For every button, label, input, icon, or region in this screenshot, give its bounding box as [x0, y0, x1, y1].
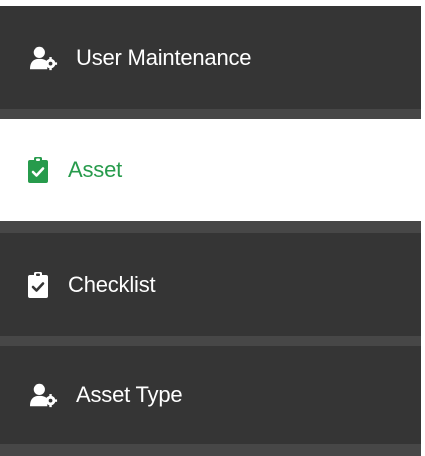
menu-item-label: Checklist — [68, 271, 156, 297]
menu-item-asset[interactable]: Asset — [0, 119, 421, 221]
sidebar-menu: User Maintenance Asset Checklist Asset T… — [0, 0, 425, 456]
user-gear-icon — [30, 44, 58, 72]
menu-item-label: User Maintenance — [76, 44, 252, 70]
menu-item-checklist[interactable]: Checklist — [0, 221, 421, 346]
menu-item-label: Asset Type — [76, 382, 183, 407]
menu-item-label: Asset — [68, 157, 123, 182]
clipboard-check-icon — [24, 271, 52, 299]
menu-item-asset-type[interactable]: Asset Type — [0, 346, 421, 456]
clipboard-check-icon — [24, 156, 52, 184]
menu-item-user-maintenance[interactable]: User Maintenance — [0, 6, 421, 119]
user-gear-icon — [30, 381, 58, 409]
